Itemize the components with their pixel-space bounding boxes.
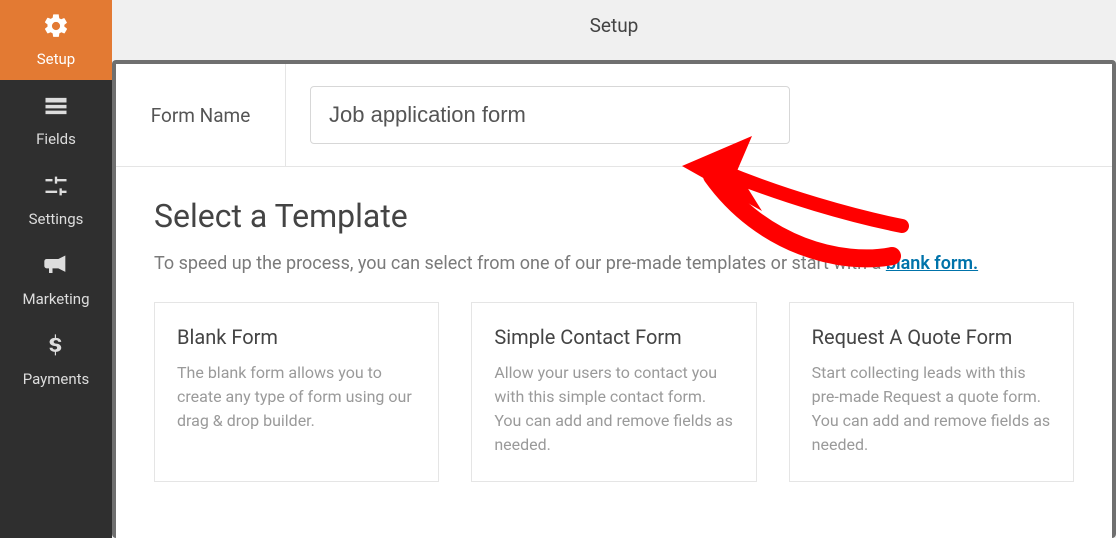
gear-icon	[40, 12, 72, 44]
form-name-input[interactable]	[310, 86, 790, 144]
list-icon	[40, 92, 72, 124]
template-card-contact[interactable]: Simple Contact Form Allow your users to …	[471, 302, 756, 482]
sidebar-item-settings[interactable]: Settings	[0, 160, 112, 240]
lead-text: To speed up the process, you can select …	[154, 253, 886, 274]
bullhorn-icon	[40, 252, 72, 284]
card-title: Request A Quote Form	[812, 325, 1051, 349]
sidebar-item-setup[interactable]: Setup	[0, 0, 112, 80]
panel: Form Name Select a Template To speed up …	[116, 64, 1112, 538]
sidebar-item-label: Settings	[29, 210, 84, 228]
main-area: Setup Form Name Select a Template To spe…	[112, 0, 1116, 538]
sidebar-item-fields[interactable]: Fields	[0, 80, 112, 160]
page-title: Setup	[590, 14, 639, 37]
template-cards: Blank Form The blank form allows you to …	[154, 302, 1074, 482]
dollar-icon	[40, 332, 72, 364]
topbar: Setup	[112, 0, 1116, 50]
card-title: Blank Form	[177, 325, 416, 349]
sidebar: Setup Fields Settings Marketing Payments	[0, 0, 112, 538]
section-title: Select a Template	[154, 197, 1074, 235]
card-desc: Allow your users to contact you with thi…	[494, 361, 733, 457]
section-lead: To speed up the process, you can select …	[154, 253, 1074, 274]
template-section: Select a Template To speed up the proces…	[116, 167, 1112, 512]
sidebar-item-label: Payments	[23, 370, 90, 388]
template-card-blank[interactable]: Blank Form The blank form allows you to …	[154, 302, 439, 482]
card-title: Simple Contact Form	[494, 325, 733, 349]
blank-form-link[interactable]: blank form.	[886, 253, 978, 274]
form-name-row: Form Name	[116, 64, 1112, 167]
form-name-label: Form Name	[116, 64, 286, 166]
sidebar-item-label: Setup	[37, 50, 75, 68]
sidebar-item-marketing[interactable]: Marketing	[0, 240, 112, 320]
card-desc: Start collecting leads with this pre-mad…	[812, 361, 1051, 457]
sidebar-item-label: Fields	[36, 130, 76, 148]
sliders-icon	[40, 172, 72, 204]
sidebar-item-label: Marketing	[22, 290, 89, 308]
card-desc: The blank form allows you to create any …	[177, 361, 416, 433]
panel-wrap: Form Name Select a Template To speed up …	[112, 50, 1116, 538]
sidebar-item-payments[interactable]: Payments	[0, 320, 112, 400]
template-card-quote[interactable]: Request A Quote Form Start collecting le…	[789, 302, 1074, 482]
